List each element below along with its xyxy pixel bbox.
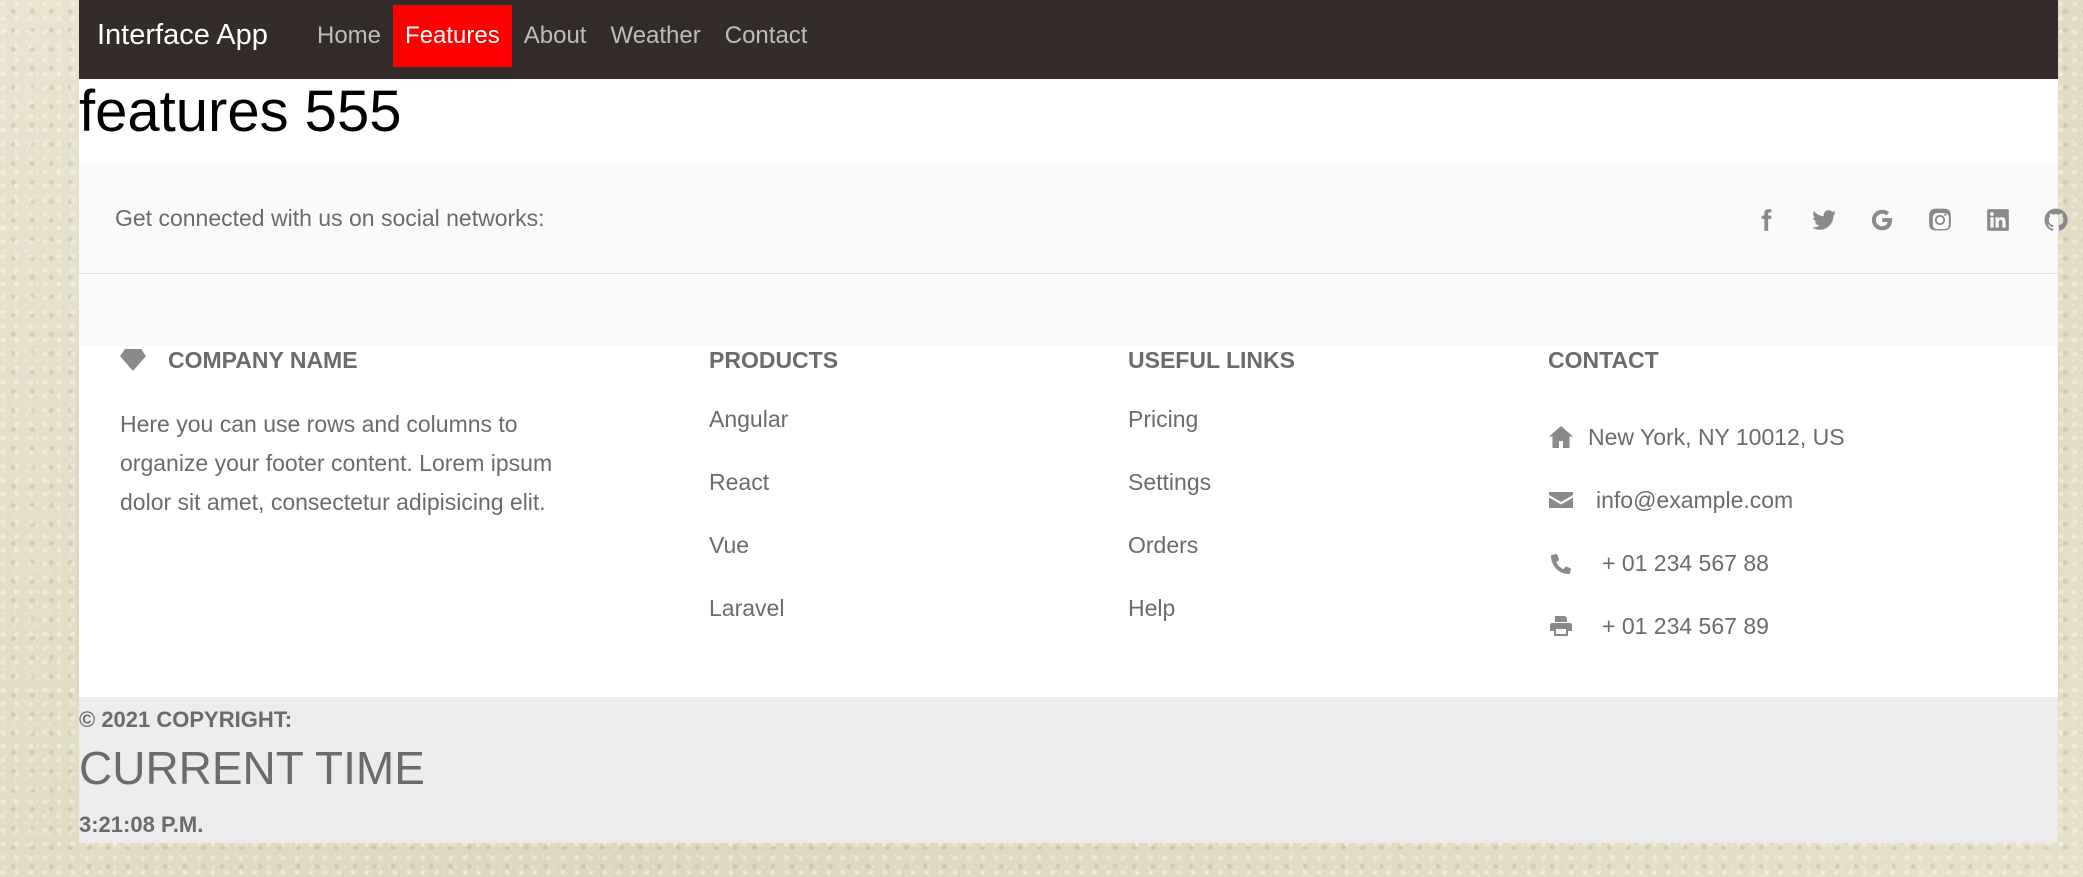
phone-icon xyxy=(1548,549,1576,577)
footer-spacer xyxy=(79,274,2058,346)
company-name-heading: Company name xyxy=(168,347,358,373)
home-icon xyxy=(1548,423,1576,451)
product-link-laravel[interactable]: Laravel xyxy=(709,594,838,657)
product-link-react[interactable]: React xyxy=(709,468,838,531)
useful-link-pricing[interactable]: Pricing xyxy=(1128,405,1295,468)
footer-useful-links-column: Useful links Pricing Settings Orders Hel… xyxy=(1128,346,1295,657)
footer-contact-column: Contact New York, NY 10012, US info@exam… xyxy=(1548,346,1845,657)
twitter-icon[interactable] xyxy=(1807,203,1840,236)
gem-icon xyxy=(120,349,146,371)
page-title: features 555 xyxy=(79,79,402,144)
social-icons xyxy=(1749,203,2072,236)
contact-heading: Contact xyxy=(1548,347,1659,373)
useful-link-settings[interactable]: Settings xyxy=(1128,468,1295,531)
linkedin-icon[interactable] xyxy=(1981,203,2014,236)
navbar-brand[interactable]: Interface App xyxy=(97,19,268,52)
page: Interface App Home Features About Weathe… xyxy=(79,0,2068,843)
products-heading: Products xyxy=(709,347,839,373)
useful-links-heading: Useful links xyxy=(1128,347,1295,373)
footer-products-column: Products Angular React Vue Laravel xyxy=(709,346,838,657)
copyright-text: © 2021 COPYRIGHT: xyxy=(79,707,293,732)
navbar: Interface App Home Features About Weathe… xyxy=(79,0,2058,79)
github-icon[interactable] xyxy=(2039,203,2072,236)
nav-link-about[interactable]: About xyxy=(512,5,599,67)
current-time-value: 3:21:08 P.M. xyxy=(79,812,204,837)
nav-link-home[interactable]: Home xyxy=(305,5,393,67)
useful-link-orders[interactable]: Orders xyxy=(1128,531,1295,594)
footer-company-column: Company name Here you can use rows and c… xyxy=(120,346,590,522)
facebook-icon[interactable] xyxy=(1749,203,1782,236)
envelope-icon xyxy=(1548,486,1576,514)
contact-email: info@example.com xyxy=(1548,468,1845,531)
footer-bottom: © 2021 COPYRIGHT: CURRENT TIME 3:21:08 P… xyxy=(79,697,2058,843)
nav-links: Home Features About Weather Contact xyxy=(305,5,819,67)
footer: Company name Here you can use rows and c… xyxy=(79,346,2058,697)
google-icon[interactable] xyxy=(1865,203,1898,236)
contact-address: New York, NY 10012, US xyxy=(1548,405,1845,468)
print-icon xyxy=(1548,612,1576,640)
nav-link-features[interactable]: Features xyxy=(393,5,512,67)
product-link-vue[interactable]: Vue xyxy=(709,531,838,594)
useful-link-help[interactable]: Help xyxy=(1128,594,1295,657)
current-time-label: CURRENT TIME xyxy=(79,742,425,794)
contact-phone: + 01 234 567 88 xyxy=(1548,531,1845,594)
contact-fax: + 01 234 567 89 xyxy=(1548,594,1845,657)
product-link-angular[interactable]: Angular xyxy=(709,405,838,468)
instagram-icon[interactable] xyxy=(1923,203,1956,236)
social-bar: Get connected with us on social networks… xyxy=(79,163,2068,274)
nav-link-contact[interactable]: Contact xyxy=(713,5,820,67)
nav-link-weather[interactable]: Weather xyxy=(598,5,712,67)
company-description: Here you can use rows and columns to org… xyxy=(120,411,553,515)
main-content: features 555 xyxy=(79,79,2058,163)
social-text: Get connected with us on social networks… xyxy=(115,205,545,231)
